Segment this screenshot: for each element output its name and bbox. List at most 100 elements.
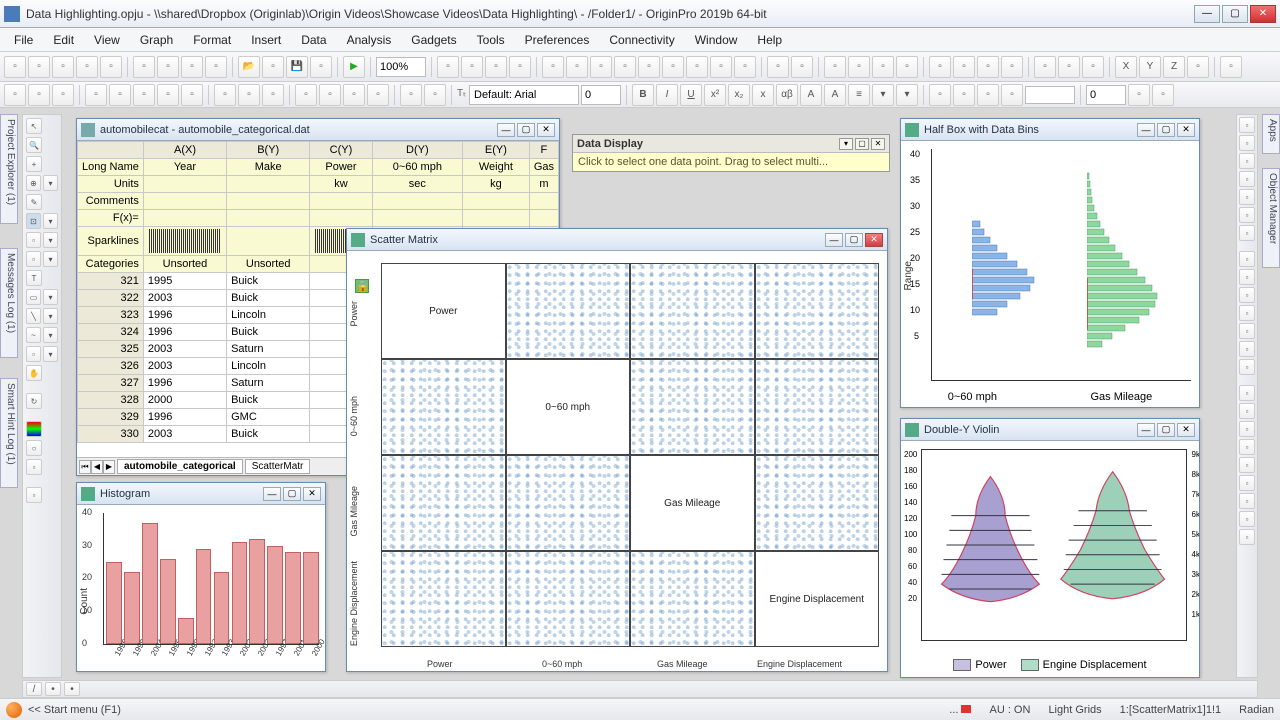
tool-icon[interactable]: ▫ xyxy=(26,459,42,475)
pointer-icon[interactable]: ↖ xyxy=(26,118,42,134)
sm-scatter-cell[interactable] xyxy=(755,359,880,455)
tool-icon[interactable]: ○ xyxy=(26,440,42,456)
rtool-icon[interactable]: ▫ xyxy=(1239,171,1255,187)
font-color-icon[interactable]: ▾ xyxy=(872,84,894,106)
scatter-matrix-window[interactable]: Scatter Matrix — ▢ ✕ 🔒 Power0~60 mphGas … xyxy=(346,228,888,672)
menu-view[interactable]: View xyxy=(84,30,130,50)
save-icon[interactable]: 💾 xyxy=(286,56,308,78)
dd-dropdown-icon[interactable]: ▾ xyxy=(839,138,853,150)
rtool-icon[interactable]: ▫ xyxy=(1239,359,1255,375)
histogram-bar[interactable] xyxy=(142,523,158,644)
merge-icon[interactable]: ▫ xyxy=(614,56,636,78)
plot-setup-icon[interactable]: ▫ xyxy=(638,56,660,78)
tb2-icon[interactable]: ▫ xyxy=(28,84,50,106)
open-icon[interactable]: 📂 xyxy=(238,56,260,78)
font-family-combo[interactable]: Default: Arial xyxy=(469,85,579,105)
curve-icon[interactable]: ~ xyxy=(26,327,41,343)
histogram-bar[interactable] xyxy=(124,572,140,644)
menu-window[interactable]: Window xyxy=(685,30,748,50)
sheet-tab[interactable]: automobile_categorical xyxy=(117,459,243,474)
col-icon[interactable]: ▫ xyxy=(824,56,846,78)
dd-icon[interactable]: ▾ xyxy=(43,175,58,191)
rotate-icon[interactable]: ↻ xyxy=(26,393,42,409)
italic-icon[interactable]: I xyxy=(656,84,678,106)
histogram-body[interactable]: Count 1996199920041995199819921993200320… xyxy=(77,505,325,671)
col-icon[interactable]: ▫ xyxy=(896,56,918,78)
mdi-close-button[interactable]: ✕ xyxy=(303,487,321,501)
rtool-icon[interactable]: ▫ xyxy=(1239,421,1255,437)
bold-icon[interactable]: B xyxy=(632,84,654,106)
tb2-icon[interactable]: ▫ xyxy=(109,84,131,106)
rtool-icon[interactable]: ▫ xyxy=(1239,189,1255,205)
line-color-icon[interactable]: ▫ xyxy=(977,84,999,106)
new-project-icon[interactable]: ▫ xyxy=(4,56,26,78)
text-icon[interactable]: T xyxy=(26,270,42,286)
messages-log-tab[interactable]: Messages Log (1) xyxy=(0,248,18,358)
menu-preferences[interactable]: Preferences xyxy=(515,30,600,50)
stats-icon[interactable]: ▫ xyxy=(953,56,975,78)
rtool-icon[interactable]: ▫ xyxy=(1239,475,1255,491)
tb-icon[interactable]: ▫ xyxy=(791,56,813,78)
menu-insert[interactable]: Insert xyxy=(241,30,291,50)
highlight-icon[interactable]: ⊡ xyxy=(26,213,41,229)
tb-icon[interactable]: ▫ xyxy=(1220,56,1242,78)
tb2-icon[interactable]: ▫ xyxy=(367,84,389,106)
new-workbook-icon[interactable]: ▫ xyxy=(52,56,74,78)
tab-nav-prev[interactable]: ◀ xyxy=(91,460,103,474)
sm-diag-label[interactable]: Gas Mileage xyxy=(630,455,755,551)
dd-icon[interactable]: ▾ xyxy=(43,308,58,324)
decrease-font-icon[interactable]: A xyxy=(824,84,846,106)
underline-icon[interactable]: U xyxy=(680,84,702,106)
sheet-tab[interactable]: ScatterMatr xyxy=(245,459,311,474)
menu-file[interactable]: File xyxy=(4,30,43,50)
rtool-icon[interactable]: ▫ xyxy=(1239,323,1255,339)
tb2-icon[interactable]: ▫ xyxy=(319,84,341,106)
minimize-button[interactable]: — xyxy=(1194,5,1220,23)
mask-icon[interactable]: ▫ xyxy=(1034,56,1056,78)
colormap-icon[interactable]: ▫ xyxy=(710,56,732,78)
mask-icon[interactable]: ▫ xyxy=(26,232,41,248)
tb2-icon[interactable]: ▫ xyxy=(400,84,422,106)
dd-icon[interactable]: ▾ xyxy=(43,251,58,267)
tb2-icon[interactable]: ▫ xyxy=(262,84,284,106)
tb2-icon[interactable]: ▫ xyxy=(214,84,236,106)
rtool-icon[interactable]: ▫ xyxy=(1239,153,1255,169)
project-explorer-tab[interactable]: Project Explorer (1) xyxy=(0,114,18,224)
tb2-icon[interactable]: ▫ xyxy=(181,84,203,106)
rtool-icon[interactable]: ▫ xyxy=(1239,269,1255,285)
line-icon[interactable]: ╲ xyxy=(26,308,41,324)
subscript-icon[interactable]: x₂ xyxy=(728,84,750,106)
align-icon[interactable]: ≡ xyxy=(848,84,870,106)
tb2-icon[interactable]: ▫ xyxy=(424,84,446,106)
line-style-icon[interactable]: ▫ xyxy=(1001,84,1023,106)
rtool-icon[interactable]: ▫ xyxy=(1239,511,1255,527)
violin-window[interactable]: Double-Y Violin — ▢ ✕ 200 180 160 xyxy=(900,418,1200,678)
menu-connectivity[interactable]: Connectivity xyxy=(599,30,684,50)
superscript-icon[interactable]: x² xyxy=(704,84,726,106)
sm-scatter-cell[interactable] xyxy=(755,263,880,359)
object-manager-tab[interactable]: Object Manager xyxy=(1262,168,1280,268)
menu-help[interactable]: Help xyxy=(747,30,792,50)
histogram-bar[interactable] xyxy=(160,559,176,644)
data-display-panel[interactable]: Data Display ▾ ▢ ✕ Click to select one d… xyxy=(572,134,890,172)
histogram-bar[interactable] xyxy=(303,552,319,644)
mdi-close-button[interactable]: ✕ xyxy=(537,123,555,137)
layer-mgmt-icon[interactable]: ▫ xyxy=(662,56,684,78)
set-x-icon[interactable]: X xyxy=(1115,56,1137,78)
tab-nav-first[interactable]: ⏮ xyxy=(79,460,91,474)
sm-scatter-cell[interactable] xyxy=(506,551,631,647)
histogram-bar[interactable] xyxy=(232,542,248,644)
line-color-icon[interactable]: ▫ xyxy=(929,84,951,106)
new-excel-icon[interactable]: ▫ xyxy=(133,56,155,78)
smart-hint-tab[interactable]: Smart Hint Log (1) xyxy=(0,378,18,488)
mdi-maximize-button[interactable]: ▢ xyxy=(283,487,301,501)
btool-icon[interactable]: / xyxy=(26,682,42,696)
rtool-icon[interactable]: ▫ xyxy=(1239,117,1255,133)
dd-close-icon[interactable]: ✕ xyxy=(871,138,885,150)
add-plot-icon[interactable]: ▫ xyxy=(686,56,708,78)
histogram-bar[interactable] xyxy=(249,539,265,644)
sm-diag-label[interactable]: Power xyxy=(381,263,506,359)
tb2-icon[interactable]: ▫ xyxy=(157,84,179,106)
increase-font-icon[interactable]: A xyxy=(800,84,822,106)
menu-tools[interactable]: Tools xyxy=(467,30,515,50)
